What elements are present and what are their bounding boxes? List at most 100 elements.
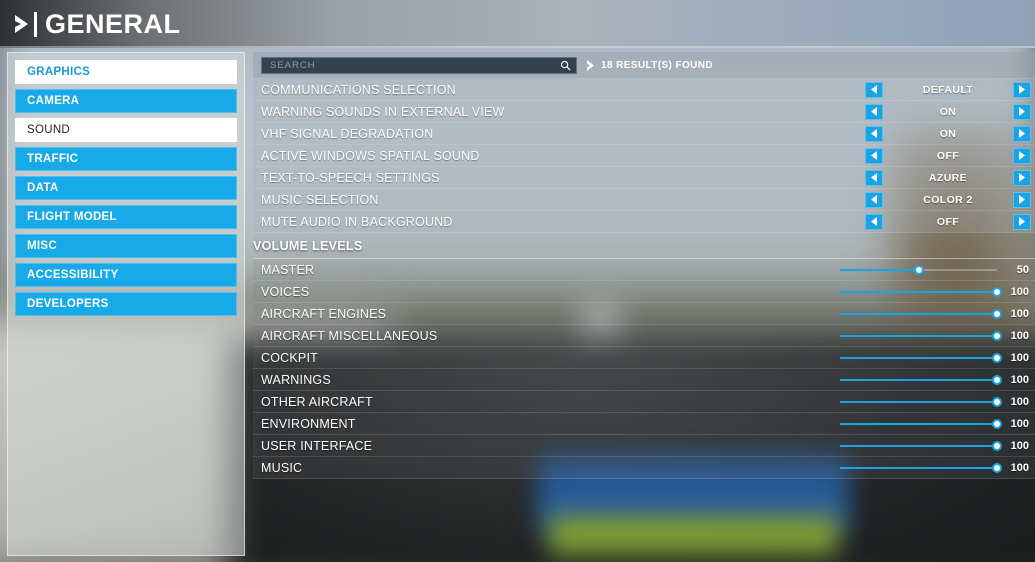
slider-handle[interactable] xyxy=(992,352,1002,363)
setting-label: ACTIVE WINDOWS SPATIAL SOUND xyxy=(261,148,480,163)
chevron-right-icon[interactable] xyxy=(1013,125,1031,142)
volume-slider-aircraft-miscellaneous[interactable] xyxy=(840,329,1002,343)
sidebar-item-label: TRAFFIC xyxy=(27,153,79,165)
volume-slider-music[interactable] xyxy=(840,461,1002,475)
chevron-right-icon[interactable] xyxy=(1013,213,1031,230)
setting-value: OFF xyxy=(936,149,960,162)
setting-label: MUSIC SELECTION xyxy=(261,192,379,207)
slider-row-master: MASTER 50 xyxy=(253,259,1035,281)
volume-slider-warnings[interactable] xyxy=(840,373,1002,387)
slider-label: AIRCRAFT MISCELLANEOUS xyxy=(261,328,438,343)
slider-fill xyxy=(840,444,997,447)
setting-label: TEXT-TO-SPEECH SETTINGS xyxy=(261,170,440,185)
slider-label: AIRCRAFT ENGINES xyxy=(261,306,387,321)
chevron-left-icon[interactable] xyxy=(865,169,883,186)
magnifier-icon[interactable] xyxy=(560,60,571,71)
setting-value: DEFAULT xyxy=(922,83,974,96)
slider-row-other-aircraft: OTHER AIRCRAFT 100 xyxy=(253,391,1035,413)
setting-value: COLOR 2 xyxy=(923,193,973,206)
sidebar-item-label: FLIGHT MODEL xyxy=(27,211,117,223)
volume-slider-voices[interactable] xyxy=(840,285,1002,299)
slider-label: MASTER xyxy=(261,262,315,277)
slider-handle[interactable] xyxy=(992,330,1002,341)
slider-fill xyxy=(840,312,997,315)
slider-fill xyxy=(840,422,997,425)
sidebar-item-accessibility[interactable]: ACCESSIBILITY xyxy=(15,263,237,287)
slider-handle[interactable] xyxy=(992,440,1002,451)
slider-row-voices: VOICES 100 xyxy=(253,281,1035,303)
section-title: VOLUME LEVELS xyxy=(253,238,363,253)
chevron-right-icon[interactable] xyxy=(1013,191,1031,208)
volume-slider-aircraft-engines[interactable] xyxy=(840,307,1002,321)
chevron-right-icon[interactable] xyxy=(1013,103,1031,120)
sidebar-item-traffic[interactable]: TRAFFIC xyxy=(15,147,237,171)
slider-label: MUSIC xyxy=(261,460,303,475)
sidebar-item-label: ACCESSIBILITY xyxy=(27,269,119,281)
chevron-left-icon[interactable] xyxy=(865,191,883,208)
sidebar-item-label: SOUND xyxy=(27,124,71,136)
sidebar-item-data[interactable]: DATA xyxy=(15,176,237,200)
slider-fill xyxy=(840,356,997,359)
options-list: COMMUNICATIONS SELECTION DEFAULT WARNING… xyxy=(253,79,1035,233)
setting-row-mute-audio-in-background: MUTE AUDIO IN BACKGROUND OFF xyxy=(253,211,1035,233)
slider-handle[interactable] xyxy=(992,374,1002,385)
slider-fill xyxy=(840,268,919,271)
setting-label: VHF SIGNAL DEGRADATION xyxy=(261,126,434,141)
slider-handle[interactable] xyxy=(992,462,1002,473)
slider-value: 100 xyxy=(1010,285,1029,298)
sidebar-item-developers[interactable]: DEVELOPERS xyxy=(15,292,237,316)
slider-fill xyxy=(840,400,997,403)
search-field[interactable] xyxy=(261,56,577,74)
slider-fill xyxy=(840,334,997,337)
search-bar: 18 RESULT(S) FOUND xyxy=(253,52,1035,79)
setting-row-communications-selection: COMMUNICATIONS SELECTION DEFAULT xyxy=(253,79,1035,101)
slider-value: 100 xyxy=(1010,307,1029,320)
volume-slider-user-interface[interactable] xyxy=(840,439,1002,453)
slider-handle[interactable] xyxy=(992,286,1002,297)
header-underline xyxy=(0,46,1035,48)
slider-label: ENVIRONMENT xyxy=(261,416,356,431)
sidebar-item-label: CAMERA xyxy=(27,95,80,107)
chevron-right-icon xyxy=(14,13,30,35)
sidebar-item-misc[interactable]: MISC xyxy=(15,234,237,258)
setting-row-active-windows-spatial-sound: ACTIVE WINDOWS SPATIAL SOUND OFF xyxy=(253,145,1035,167)
volume-slider-other-aircraft[interactable] xyxy=(840,395,1002,409)
chevron-left-icon[interactable] xyxy=(865,103,883,120)
slider-row-music: MUSIC 100 xyxy=(253,457,1035,479)
chevron-right-icon[interactable] xyxy=(1013,81,1031,98)
setting-value: ON xyxy=(939,127,957,140)
slider-label: WARNINGS xyxy=(261,372,331,387)
volume-slider-master[interactable] xyxy=(840,263,997,277)
settings-panel: 18 RESULT(S) FOUND COMMUNICATIONS SELECT… xyxy=(253,52,1035,562)
page-title: GENERAL xyxy=(45,8,181,39)
chevron-right-icon[interactable] xyxy=(1013,147,1031,164)
volume-slider-cockpit[interactable] xyxy=(840,351,1002,365)
slider-handle[interactable] xyxy=(992,418,1002,429)
chevron-left-icon[interactable] xyxy=(865,147,883,164)
sidebar-item-label: DEVELOPERS xyxy=(27,298,109,310)
slider-value: 100 xyxy=(1010,439,1029,452)
search-input[interactable] xyxy=(262,59,560,71)
sidebar-item-camera[interactable]: CAMERA xyxy=(15,89,237,113)
chevron-right-icon xyxy=(587,59,595,71)
slider-handle[interactable] xyxy=(992,396,1002,407)
slider-row-aircraft-miscellaneous: AIRCRAFT MISCELLANEOUS 100 xyxy=(253,325,1035,347)
header-divider xyxy=(34,11,37,37)
chevron-left-icon[interactable] xyxy=(865,125,883,142)
slider-handle[interactable] xyxy=(913,264,924,275)
slider-value: 100 xyxy=(1010,461,1029,474)
setting-value: OFF xyxy=(936,215,960,228)
slider-row-cockpit: COCKPIT 100 xyxy=(253,347,1035,369)
search-results-count: 18 RESULT(S) FOUND xyxy=(587,59,713,71)
setting-value: AZURE xyxy=(928,171,968,184)
sidebar-item-flight-model[interactable]: FLIGHT MODEL xyxy=(15,205,237,229)
volume-slider-environment[interactable] xyxy=(840,417,1002,431)
chevron-left-icon[interactable] xyxy=(865,81,883,98)
sidebar-item-graphics[interactable]: GRAPHICS xyxy=(15,60,237,84)
setting-row-text-to-speech-settings: TEXT-TO-SPEECH SETTINGS AZURE xyxy=(253,167,1035,189)
chevron-right-icon[interactable] xyxy=(1013,169,1031,186)
sidebar-item-sound[interactable]: SOUND xyxy=(15,118,237,142)
chevron-left-icon[interactable] xyxy=(865,213,883,230)
slider-handle[interactable] xyxy=(992,308,1002,319)
page-header: GENERAL xyxy=(0,0,1035,48)
